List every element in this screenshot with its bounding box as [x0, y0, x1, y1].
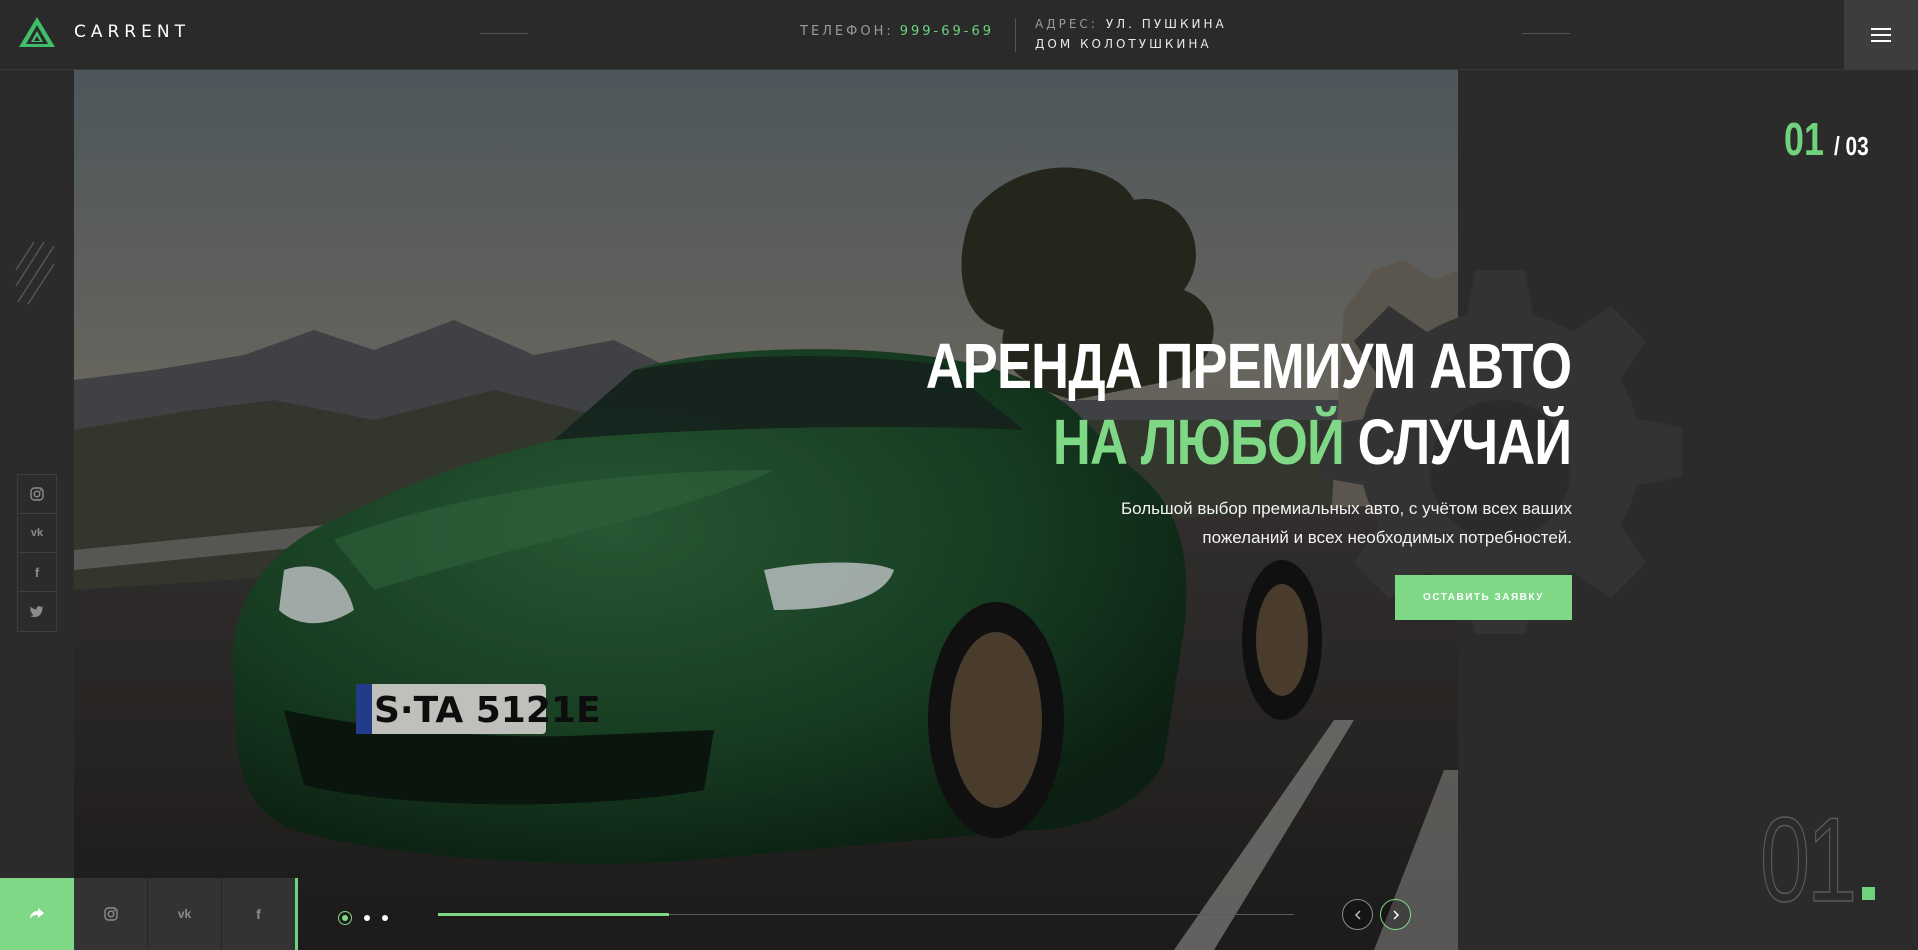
prev-slide-button[interactable]	[1342, 899, 1373, 930]
address-label: АДРЕС:	[1035, 17, 1098, 31]
hero-title-line2: НА ЛЮБОЙ СЛУЧАЙ	[925, 404, 1572, 480]
header-separator	[1015, 18, 1016, 52]
address-line2: ДОМ КОЛОТУШКИНА	[1035, 37, 1212, 51]
phone-value[interactable]: 999-69-69	[900, 24, 994, 39]
slide-progress-track	[438, 913, 1294, 916]
slash-decoration	[15, 241, 55, 305]
bottom-facebook-icon[interactable]: f	[222, 878, 295, 950]
total-slides: / 03	[1834, 131, 1869, 161]
slide-counter: 01 / 03	[1784, 112, 1877, 166]
brand-name: CARRENT	[74, 22, 190, 42]
logo-icon	[19, 17, 55, 47]
side-social-links: vk f	[17, 474, 57, 632]
slider-dot-1[interactable]	[338, 911, 352, 925]
menu-button[interactable]	[1844, 0, 1918, 70]
phone-info: ТЕЛЕФОН: 999-69-69	[800, 24, 994, 39]
slide-progress-fill	[438, 913, 670, 916]
bottom-vk-icon[interactable]: vk	[148, 878, 222, 950]
logo[interactable]: CARRENT	[18, 16, 190, 48]
vk-icon[interactable]: vk	[18, 514, 56, 553]
big-number-dot	[1862, 887, 1875, 900]
chevron-right-icon	[1392, 909, 1399, 920]
address-info: АДРЕС: УЛ. ПУШКИНА ДОМ КОЛОТУШКИНА	[1035, 14, 1227, 54]
header-divider-left	[480, 33, 528, 34]
big-slide-number: 01	[1759, 793, 1857, 927]
bottom-instagram-icon[interactable]	[74, 878, 148, 950]
chevron-left-icon	[1354, 909, 1361, 920]
slider-dot-2[interactable]	[364, 915, 370, 921]
slider-dot-3[interactable]	[382, 915, 388, 921]
phone-label: ТЕЛЕФОН:	[800, 24, 894, 39]
hero-title: АРЕНДА ПРЕМИУМ АВТО НА ЛЮБОЙ СЛУЧАЙ	[784, 328, 1571, 480]
hero-subtitle: Большой выбор премиальных авто, с учётом…	[1121, 499, 1572, 547]
twitter-icon[interactable]	[18, 592, 56, 631]
request-button[interactable]: ОСТАВИТЬ ЗАЯВКУ	[1395, 575, 1572, 620]
bottom-social-links: vk f	[74, 878, 298, 950]
share-icon	[30, 908, 44, 919]
site-header: CARRENT ТЕЛЕФОН: 999-69-69 АДРЕС: УЛ. ПУШК…	[0, 0, 1918, 70]
next-slide-button[interactable]	[1380, 899, 1411, 930]
hero-title-rest: СЛУЧАЙ	[1357, 406, 1571, 478]
hero-title-accent: НА ЛЮБОЙ	[1052, 406, 1345, 478]
instagram-icon[interactable]	[18, 475, 56, 514]
address-line1: УЛ. ПУШКИНА	[1105, 17, 1227, 31]
hamburger-icon	[1871, 28, 1891, 42]
current-slide: 01	[1784, 113, 1824, 165]
slider-dots	[338, 911, 388, 925]
hero-title-line1: АРЕНДА ПРЕМИУМ АВТО	[925, 330, 1571, 402]
header-divider-right	[1522, 33, 1570, 34]
facebook-icon[interactable]: f	[18, 553, 56, 592]
share-button[interactable]	[0, 878, 74, 950]
